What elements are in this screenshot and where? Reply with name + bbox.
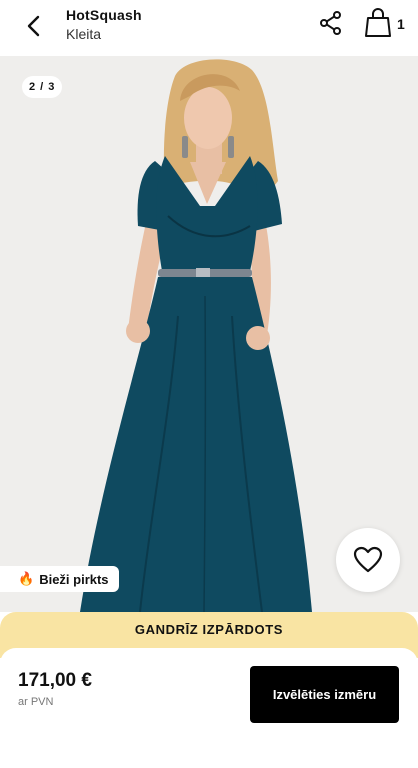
heart-icon [353,546,383,573]
product-category: Kleita [66,26,102,42]
chevron-left-icon [27,15,40,37]
product-photo [80,59,312,612]
brand-name[interactable]: HotSquash [66,6,142,24]
header-titles: HotSquash Kleita [66,6,142,43]
frequently-bought-badge: 🔥 Bieži pirkts [0,566,119,592]
product-image-gallery[interactable]: 2 / 3 [0,56,418,612]
top-bar: HotSquash Kleita 1 [0,0,418,56]
share-icon [320,11,341,35]
product-price: 171,00 € [18,670,92,691]
purchase-bar: 171,00 € ar PVN Izvēlēties izmēru [0,648,418,768]
fire-icon: 🔥 [18,571,35,586]
vat-note: ar PVN [18,696,54,708]
select-size-button[interactable]: Izvēlēties izmēru [250,666,399,723]
favorite-button[interactable] [336,528,400,592]
share-button[interactable] [318,10,344,36]
cart-button[interactable] [364,8,392,38]
badge-label: Bieži pirkts [39,571,109,587]
back-button[interactable] [18,10,50,42]
shopping-bag-icon [365,8,391,37]
image-counter: 2 / 3 [22,76,63,98]
cart-count: 1 [397,16,405,32]
